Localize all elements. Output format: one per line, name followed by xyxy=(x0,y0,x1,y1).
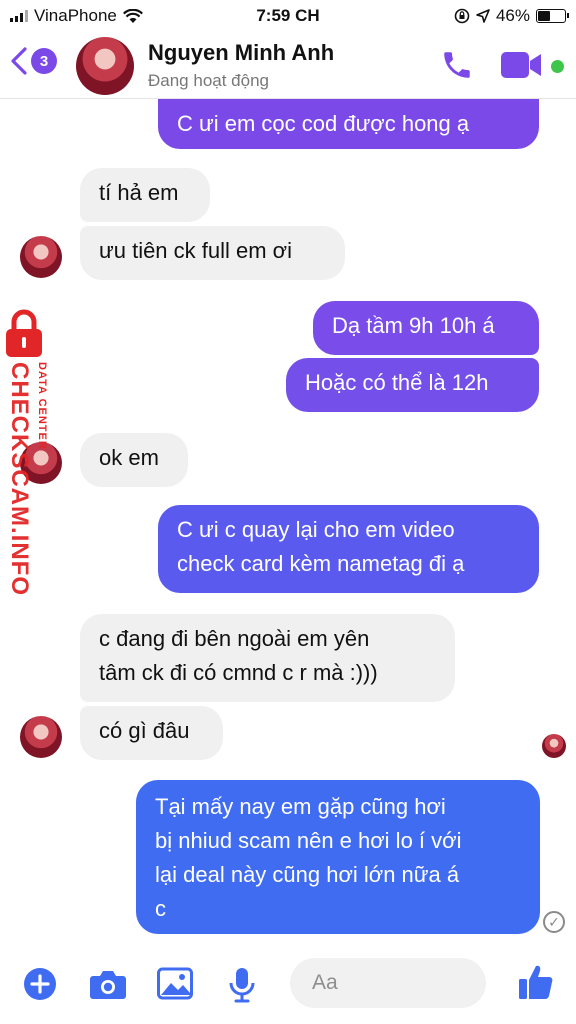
message-line: check card kèm nametag đi ạ xyxy=(177,551,465,576)
plus-icon[interactable] xyxy=(23,967,57,1001)
status-right: 46% xyxy=(454,6,569,26)
message-line: Tại mấy nay em gặp cũng hơi xyxy=(155,794,446,819)
contact-avatar-small[interactable] xyxy=(20,236,62,278)
watermark-text: CHECKSCAM.INFO xyxy=(6,362,33,596)
location-icon xyxy=(476,9,490,23)
message-bubble-incoming[interactable]: c đang đi bên ngoài em yên tâm ck đi có … xyxy=(80,614,455,702)
message-bubble-incoming[interactable]: ok em xyxy=(80,433,188,487)
message-line: C ưi c quay lại cho em video xyxy=(177,517,455,542)
battery-icon xyxy=(536,9,569,23)
message-line: c đang đi bên ngoài em yên xyxy=(99,626,370,651)
message-bubble-outgoing[interactable]: C ưi c quay lại cho em video check card … xyxy=(158,505,539,593)
message-bubble-outgoing[interactable]: C ưi em cọc cod được hong ạ xyxy=(158,99,539,149)
phone-icon[interactable] xyxy=(440,48,474,82)
message-bubble-outgoing[interactable]: Hoặc có thể là 12h xyxy=(286,358,539,412)
lock-icon xyxy=(6,309,42,357)
contact-name[interactable]: Nguyen Minh Anh xyxy=(148,40,334,66)
contact-avatar[interactable] xyxy=(76,37,134,95)
camera-icon[interactable] xyxy=(89,967,127,1001)
video-camera-icon[interactable] xyxy=(500,50,544,80)
message-input[interactable]: Aa xyxy=(290,958,486,1008)
online-dot-icon xyxy=(551,60,564,73)
message-bubble-outgoing[interactable]: Dạ tầm 9h 10h á xyxy=(313,301,539,355)
battery-fill xyxy=(538,11,550,21)
unread-count-badge: 3 xyxy=(31,48,57,74)
message-line: c xyxy=(155,896,166,921)
orientation-lock-icon xyxy=(454,8,470,24)
message-line: tâm ck đi có cmnd c r mà :))) xyxy=(99,660,378,685)
message-line: bị nhiud scam nên e hơi lo í với xyxy=(155,828,462,853)
gallery-icon[interactable] xyxy=(157,967,193,1001)
delivered-check-icon: ✓ xyxy=(543,911,565,933)
contact-avatar-small[interactable] xyxy=(20,716,62,758)
battery-percent: 46% xyxy=(495,6,530,25)
message-line: lại deal này cũng hơi lớn nữa á xyxy=(155,862,460,887)
message-bubble-incoming[interactable]: có gì đâu xyxy=(80,706,223,760)
back-chevron-icon xyxy=(11,47,27,75)
message-bubble-incoming[interactable]: tí hả em xyxy=(80,168,210,222)
microphone-icon[interactable] xyxy=(229,967,255,1003)
status-bar: VinaPhone 7:59 CH 46% xyxy=(0,0,576,32)
contact-status: Đang hoạt động xyxy=(148,71,269,90)
seen-avatar-indicator xyxy=(542,734,566,758)
composer-bar xyxy=(0,950,576,1024)
watermark-subtext: DATA CENTER xyxy=(36,362,48,450)
message-bubble-outgoing[interactable]: Tại mấy nay em gặp cũng hơi bị nhiud sca… xyxy=(136,780,540,934)
back-button[interactable]: 3 xyxy=(10,47,57,75)
conversation-header: 3 Nguyen Minh Anh Đang hoạt động xyxy=(0,32,576,99)
message-bubble-incoming[interactable]: ưu tiên ck full em ơi xyxy=(80,226,345,280)
thumbs-up-icon[interactable] xyxy=(518,963,554,1001)
